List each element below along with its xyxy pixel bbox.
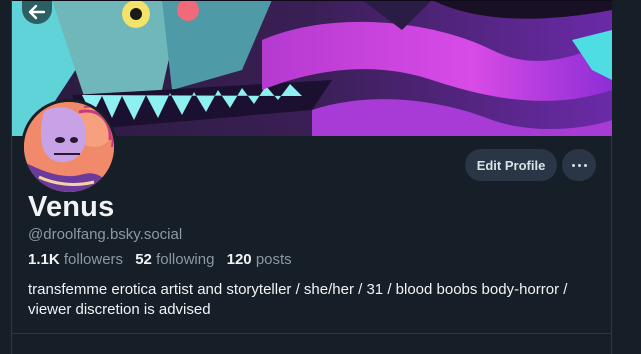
avatar[interactable] bbox=[21, 99, 117, 195]
following-count: 52 bbox=[135, 251, 152, 268]
ellipsis-icon bbox=[571, 163, 575, 167]
divider bbox=[12, 333, 612, 334]
ellipsis-dot bbox=[577, 163, 581, 167]
arrow-left-icon bbox=[28, 4, 46, 20]
posts-count: 120 bbox=[226, 251, 252, 268]
profile-stats: 1.1K followers 52 following 120 posts bbox=[28, 251, 300, 268]
more-options-button[interactable] bbox=[562, 149, 596, 181]
edit-profile-button[interactable]: Edit Profile bbox=[465, 149, 557, 181]
ellipsis-dot bbox=[583, 163, 587, 167]
avatar-image bbox=[24, 102, 114, 192]
profile-bio: transfemme erotica artist and storytelle… bbox=[28, 281, 568, 318]
followers-label: followers bbox=[63, 251, 124, 268]
followers-count: 1.1K bbox=[28, 251, 60, 268]
following-label: following bbox=[156, 251, 215, 268]
posts-label: posts bbox=[255, 251, 292, 268]
display-name: Venus bbox=[28, 191, 115, 223]
followers-stat[interactable]: 1.1K followers bbox=[28, 251, 123, 268]
profile-handle: @droolfang.bsky.social bbox=[28, 226, 183, 243]
posts-stat: 120 posts bbox=[227, 251, 292, 268]
following-stat[interactable]: 52 following bbox=[135, 251, 214, 268]
